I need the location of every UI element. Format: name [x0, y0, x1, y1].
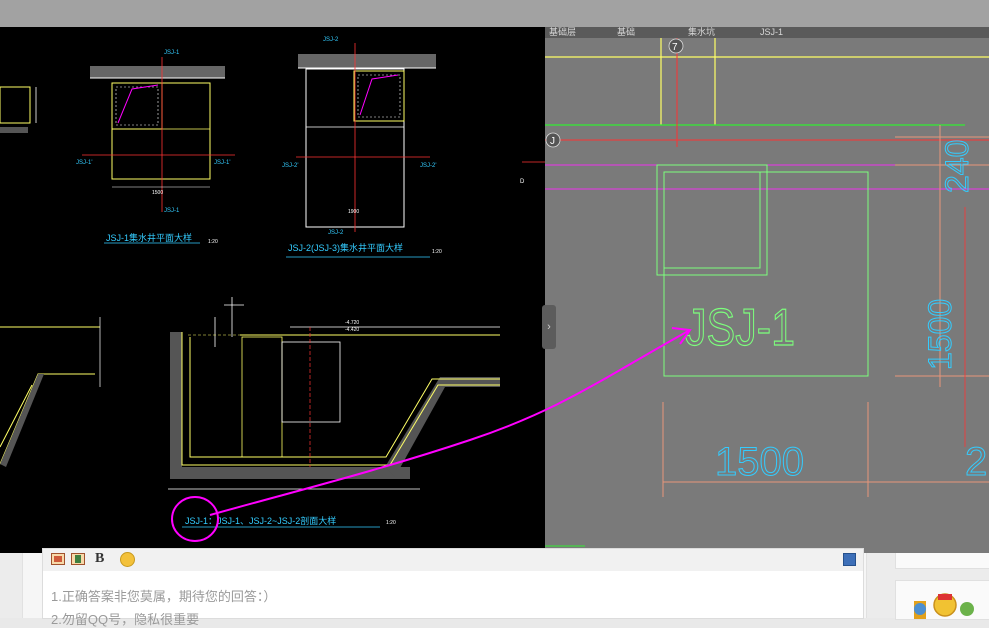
cad-drawing-left: JSJ-1 JSJ-1 JSJ-1' JSJ-1' 1500 JSJ-1集水井平… — [0, 27, 545, 553]
section-scale: 1:20 — [386, 520, 396, 526]
editor-toolbar: B — [42, 548, 864, 572]
jsj1-plan-scale: 1:20 — [208, 239, 218, 245]
jsj2-plan-title: JSJ-2(JSJ-3)集水井平面大样 — [288, 242, 403, 253]
jsj1-prime-tag-left: JSJ-1' — [76, 160, 92, 166]
dim-2-label: 2 — [965, 440, 987, 484]
side-tag: D — [520, 179, 525, 185]
jsj-section: -4.720 -4.420 JSJ-1：JSJ-1、JSJ-2~JSJ-2剖面大… — [168, 297, 500, 528]
jsj1-tag-top: JSJ-1 — [164, 50, 180, 56]
jsj2-tag-bottom: JSJ-2 — [328, 230, 344, 236]
axis-7-bubble: 7 — [668, 38, 684, 54]
jsj1-prime-tag-right: JSJ-1' — [214, 160, 230, 166]
emoji-icon[interactable] — [120, 552, 135, 567]
jsj2-tag-top: JSJ-2 — [323, 37, 339, 43]
axis-j-label: J — [550, 136, 555, 147]
section-title: JSJ-1：JSJ-1、JSJ-2~JSJ-2剖面大样 — [185, 515, 336, 526]
placeholder-line-2: 2.勿留QQ号，隐私很重要 — [51, 612, 200, 627]
jsj1-tag-bottom: JSJ-1 — [164, 208, 180, 214]
media-insert-icon[interactable] — [71, 553, 85, 566]
medal-icon — [914, 593, 974, 619]
placeholder-line-1: 1.正确答案非您莫属，期待您的回答：） — [51, 589, 277, 604]
section-elev-2: -4.420 — [345, 327, 359, 333]
jsj2-plan-scale: 1:20 — [432, 249, 442, 255]
fullscreen-icon[interactable] — [843, 553, 856, 566]
jsj1-plan-title: JSJ-1集水井平面大样 — [106, 232, 192, 243]
dim-240-label: 240 — [939, 140, 975, 193]
panel-collapse-handle[interactable]: › — [542, 305, 556, 349]
jsj1-dim-width: 1500 — [152, 190, 163, 196]
axis-7-label: 7 — [672, 42, 678, 53]
bold-button[interactable]: B — [95, 551, 104, 567]
image-insert-icon[interactable] — [51, 553, 65, 566]
cad-drawing-right: 基础层 基础 集水坑 JSJ-1 7 J JSJ-1 240 1500 1500… — [545, 27, 989, 553]
jsj2-prime-tag-right: JSJ-2' — [420, 163, 436, 169]
jsj1-plan: JSJ-1 JSJ-1 JSJ-1' JSJ-1' 1500 JSJ-1集水井平… — [76, 50, 235, 245]
cad-right-canvas: 7 J JSJ-1 240 1500 1500 2 — [545, 38, 989, 547]
pit-label: JSJ-1 — [685, 299, 795, 357]
jsj2-dim-width: 1900 — [348, 209, 359, 215]
cad-left-canvas: JSJ-1 JSJ-1 JSJ-1' JSJ-1' 1500 JSJ-1集水井平… — [0, 37, 545, 528]
dim-1500-horizontal-label: 1500 — [715, 440, 804, 484]
answer-editor[interactable]: 1.正确答案非您莫属，期待您的回答：） 2.勿留QQ号，隐私很重要 — [42, 571, 864, 627]
section-elev-1: -4.720 — [345, 320, 359, 326]
jsj2-prime-tag-left: JSJ-2' — [282, 163, 298, 169]
partial-section-left — [0, 317, 101, 467]
partial-plan-left — [0, 86, 37, 133]
sidebar-medal-card — [895, 580, 989, 620]
axis-j-bubble: J — [545, 132, 561, 148]
window-top-bar — [0, 0, 989, 27]
jsj2-plan: JSJ-2 JSJ-2 JSJ-2' JSJ-2' 1900 JSJ-2(JSJ… — [282, 37, 442, 258]
dim-1500-vertical-label: 1500 — [922, 299, 958, 370]
